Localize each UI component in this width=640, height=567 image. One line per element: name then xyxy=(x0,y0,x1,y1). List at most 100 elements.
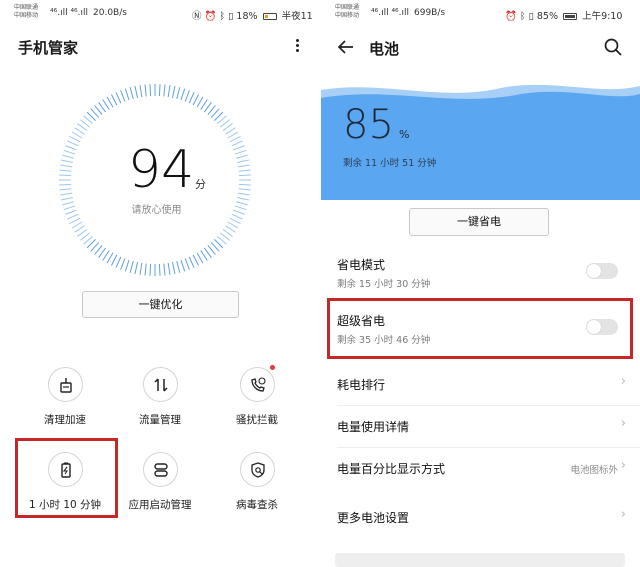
battery-icon xyxy=(262,13,277,20)
back-arrow-icon[interactable] xyxy=(337,38,355,56)
power-mode-row[interactable]: 省电模式 剩余 15 小时 30 分钟 xyxy=(321,250,640,298)
alarm-icon: ⏰ xyxy=(204,11,217,22)
gauge-tick xyxy=(94,244,103,255)
gauge-tick xyxy=(106,252,114,264)
signal-icon: ⁴⁶.ıll ⁴⁶.ıll xyxy=(371,8,410,18)
gauge-tick xyxy=(236,154,248,159)
gauge-tick xyxy=(67,140,79,147)
battery-percent: 85% xyxy=(536,11,558,22)
bluetooth-icon: ᛒ xyxy=(519,11,526,22)
data-arrows-icon xyxy=(142,367,178,402)
status-bar: 中国联通 中国移动 ⁴⁶.ıll ⁴⁶.ıll 20.0B/s Ⓝ ⏰ ᛒ ▯ … xyxy=(0,0,313,28)
gauge-tick xyxy=(102,250,110,261)
gauge-tick xyxy=(158,263,161,276)
score-unit: 分 xyxy=(195,178,206,191)
gauge-tick xyxy=(65,145,77,151)
percent-display-row[interactable]: 电量百分比显示方式 电池图标外 › xyxy=(321,448,640,490)
tool-label: 病毒查杀 xyxy=(236,499,278,511)
gauge-tick xyxy=(233,145,245,151)
gauge-tick xyxy=(225,225,236,233)
percent-unit: % xyxy=(399,128,410,141)
gauge-tick xyxy=(231,140,243,147)
tool-cleanup[interactable]: 清理加速 xyxy=(15,367,115,427)
status-icons: Ⓝ ⏰ ᛒ ▯ 18% 半夜11:10 xyxy=(192,8,313,22)
broom-icon xyxy=(47,367,83,402)
power-mode-toggle[interactable] xyxy=(586,263,618,279)
gauge-tick xyxy=(60,164,73,168)
gauge-tick xyxy=(203,247,212,258)
gauge-tick xyxy=(171,85,176,98)
gauge-tick xyxy=(207,105,216,116)
gauge-tick xyxy=(120,258,126,270)
gauge-tick xyxy=(214,239,224,249)
gauge-tick xyxy=(203,102,212,113)
row-value: 电池图标外 xyxy=(570,465,618,476)
more-options-icon[interactable] xyxy=(292,37,302,57)
gauge-tick xyxy=(71,221,83,229)
status-bar: 中国联通 中国移动 ⁴⁶.ıll ⁴⁶.ıll 699B/s ⏰ ᛒ ▯ 85%… xyxy=(321,0,640,28)
gauge-tick xyxy=(196,252,204,264)
gauge-tick xyxy=(120,90,126,102)
carrier-1: 中国联通 xyxy=(14,4,39,11)
gauge-tick xyxy=(219,232,230,241)
notification-dot xyxy=(269,365,275,370)
row-title: 电量百分比显示方式 xyxy=(337,462,446,476)
gauge-tick xyxy=(83,235,93,245)
gauge-tick xyxy=(176,87,181,99)
tool-data-management[interactable]: 流量管理 xyxy=(110,367,210,427)
gauge-tick xyxy=(71,131,83,139)
tool-virus-scan[interactable]: 病毒查杀 xyxy=(207,452,307,512)
gauge-tick xyxy=(94,105,103,116)
highlight-box xyxy=(327,298,633,359)
phone-manager-screen: 中国联通 中国移动 ⁴⁶.ıll ⁴⁶.ıll 20.0B/s Ⓝ ⏰ ᛒ ▯ … xyxy=(0,0,313,567)
battery-percent: 18% xyxy=(236,11,258,22)
vibrate-icon: ▯ xyxy=(228,11,234,22)
app-launch-icon xyxy=(142,452,178,487)
gauge-tick xyxy=(167,85,171,98)
gauge-tick xyxy=(227,221,239,229)
tool-label: 骚扰拦截 xyxy=(236,414,278,426)
gauge-tick xyxy=(217,235,227,245)
gauge-tick xyxy=(102,99,110,110)
gauge-tick xyxy=(59,188,72,191)
tool-label: 清理加速 xyxy=(44,414,86,426)
one-tap-save-button[interactable]: 一键省电 xyxy=(409,208,549,236)
gauge-tick xyxy=(139,85,143,98)
gauge-tick xyxy=(74,127,85,135)
gauge-tick xyxy=(214,111,224,121)
gauge-tick xyxy=(167,262,171,275)
gauge-tick xyxy=(69,135,81,143)
gauge-tick xyxy=(63,149,76,155)
gauge-tick xyxy=(134,85,139,98)
battery-screen: 中国联通 中国移动 ⁴⁶.ıll ⁴⁶.ıll 699B/s ⏰ ᛒ ▯ 85%… xyxy=(321,0,640,567)
gauge-tick xyxy=(210,108,220,118)
gauge-tick xyxy=(180,259,186,272)
optimize-button[interactable]: 一键优化 xyxy=(82,291,239,318)
remaining-time: 剩余 11 小时 51 分钟 xyxy=(343,158,437,169)
search-icon[interactable] xyxy=(603,37,623,57)
battery-icon xyxy=(563,13,578,20)
gauge-tick xyxy=(180,88,186,101)
gauge-tick xyxy=(86,239,96,249)
tool-app-launch[interactable]: 应用启动管理 xyxy=(110,452,210,512)
page-title: 电池 xyxy=(369,40,400,58)
nfc-icon: Ⓝ xyxy=(192,11,202,22)
gauge-tick xyxy=(237,196,250,201)
gauge-tick xyxy=(60,192,73,196)
gauge-tick xyxy=(83,115,93,125)
bluetooth-icon: ᛒ xyxy=(219,11,226,22)
gauge-tick xyxy=(222,228,233,237)
more-settings-row[interactable]: 更多电池设置 › xyxy=(321,497,640,539)
gauge-tick xyxy=(77,123,88,132)
carrier-1: 中国联通 xyxy=(335,4,360,11)
power-ranking-row[interactable]: 耗电排行 › xyxy=(321,364,640,406)
carrier-2: 中国移动 xyxy=(14,12,39,19)
usage-detail-row[interactable]: 电量使用详情 › xyxy=(321,406,640,448)
tool-harass-block[interactable]: 骚扰拦截 xyxy=(207,365,307,427)
gauge-tick xyxy=(80,232,91,241)
panel-divider xyxy=(313,0,321,567)
page-title: 手机管家 xyxy=(18,39,79,57)
gauge-tick xyxy=(98,102,107,113)
gauge-tick xyxy=(90,242,100,252)
score-hint: 请放心使用 xyxy=(131,205,182,216)
